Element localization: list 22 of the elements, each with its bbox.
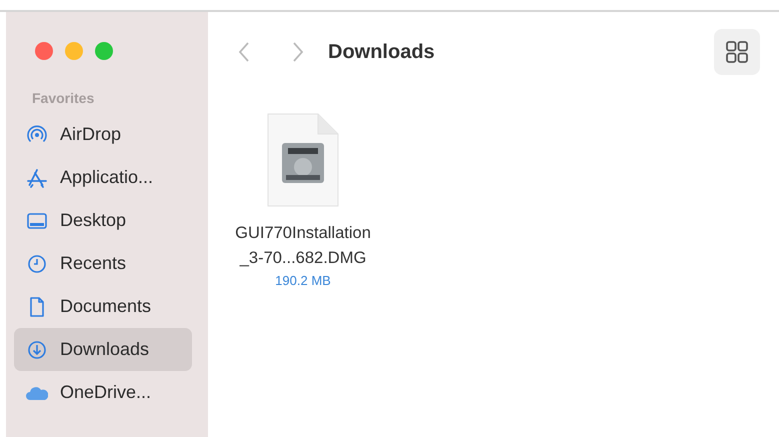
back-icon[interactable] bbox=[238, 41, 250, 63]
sidebar-item[interactable]: Recents bbox=[14, 242, 192, 285]
file-name: GUI770Installation_3-70...682.DMG bbox=[234, 223, 372, 269]
sidebar-item[interactable]: Documents bbox=[14, 285, 192, 328]
sidebar-item[interactable]: Applicatio... bbox=[14, 156, 192, 199]
app-store-icon bbox=[26, 166, 48, 188]
window-title: Downloads bbox=[328, 40, 435, 65]
disk-image-file-icon[interactable] bbox=[267, 113, 339, 207]
sidebar-item[interactable]: Downloads bbox=[14, 328, 192, 371]
forward-icon[interactable] bbox=[292, 41, 304, 63]
grid-view-icon bbox=[726, 41, 748, 63]
sidebar-item[interactable]: AirDrop bbox=[14, 113, 192, 156]
zoom-button[interactable] bbox=[95, 42, 113, 60]
minimize-button[interactable] bbox=[65, 42, 83, 60]
close-button[interactable] bbox=[35, 42, 53, 60]
sidebar-item[interactable]: OneDrive... bbox=[14, 371, 192, 414]
download-icon bbox=[26, 338, 48, 360]
file-size: 190.2 MB bbox=[275, 272, 331, 290]
clock-icon bbox=[26, 252, 48, 274]
grid-view-button[interactable] bbox=[714, 29, 760, 75]
section-heading: Favorites bbox=[31, 89, 96, 108]
sidebar-item[interactable]: Desktop bbox=[14, 199, 192, 242]
